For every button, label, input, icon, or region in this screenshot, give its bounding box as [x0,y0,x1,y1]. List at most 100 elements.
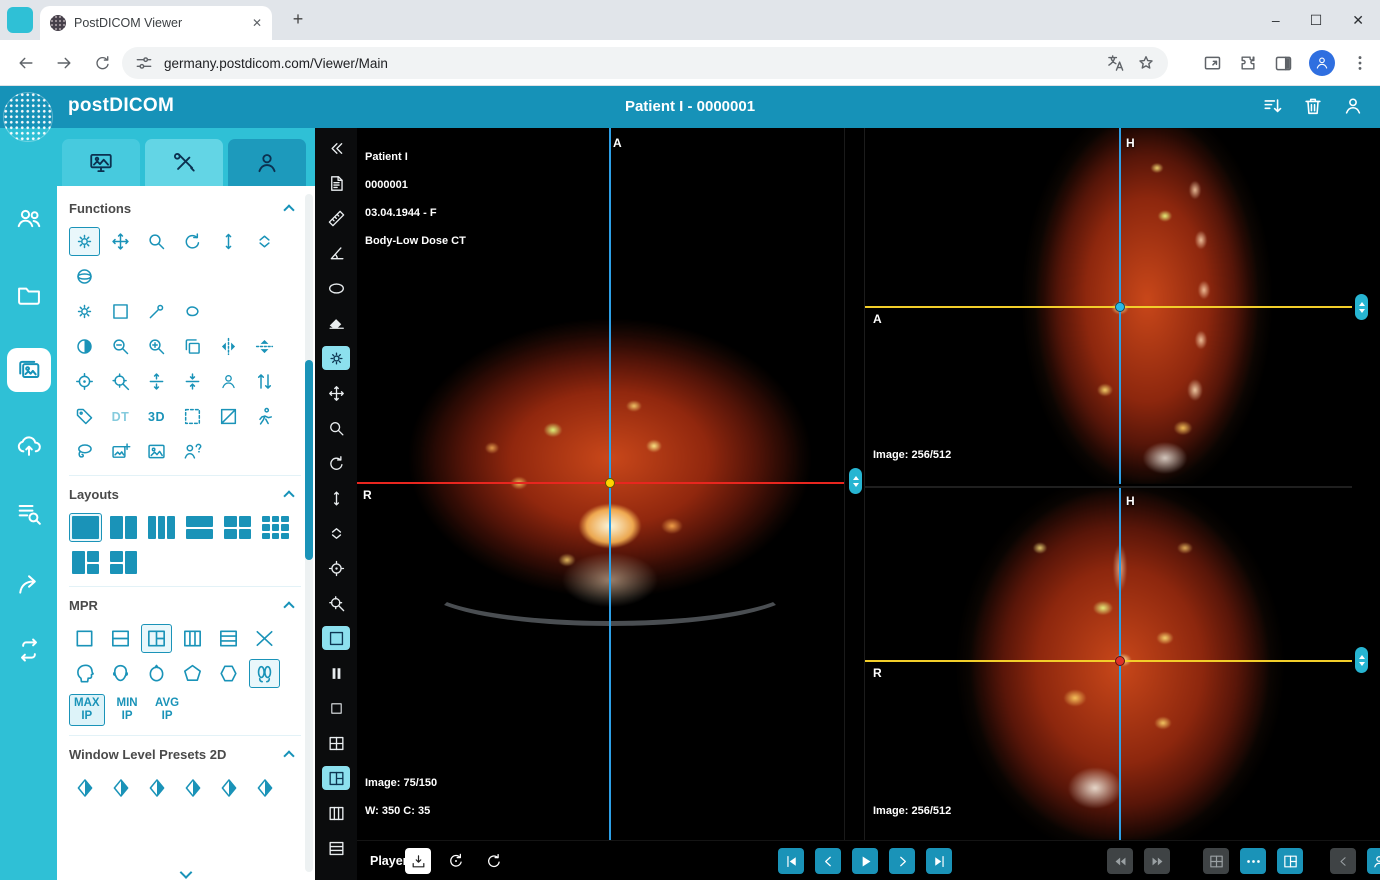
mpr-two-rows[interactable] [105,624,136,653]
side-panel-icon[interactable] [1273,53,1294,74]
tool-lasso[interactable] [69,437,100,466]
tool-dt[interactable]: DT [105,402,136,431]
tool-flip-vertical[interactable] [249,332,280,361]
tool-rotate[interactable] [177,227,208,256]
layouts-header[interactable]: Layouts [69,481,301,507]
layout-rows-button[interactable] [322,836,350,860]
panel-scrollbar[interactable] [305,194,313,872]
back-button[interactable] [14,51,38,75]
report-button[interactable] [322,171,350,195]
add-viewport-button[interactable] [1203,848,1229,874]
layout-grid-button[interactable] [322,731,350,755]
tool-freehand[interactable] [177,297,208,326]
add-user-button[interactable] [1367,848,1380,874]
tab-tools[interactable] [145,139,223,186]
reload-button[interactable] [90,51,114,75]
mpr-head-coronal[interactable] [105,659,136,688]
rail-item-transfer[interactable] [15,636,43,664]
tool-probe[interactable] [141,297,172,326]
collapse-bar-button[interactable] [1330,848,1356,874]
axial-scroll-pill[interactable] [849,468,862,494]
rail-item-images[interactable] [7,348,51,392]
player-loop-button[interactable] [443,848,469,874]
scroll-down-icon[interactable] [1359,662,1365,666]
url-text[interactable]: germany.postdicom.com/Viewer/Main [164,56,1096,71]
localizer-tool-button[interactable] [322,556,350,580]
tool-image[interactable] [141,437,172,466]
layout-1-plus-2[interactable] [69,548,102,577]
player-download-button[interactable] [405,848,431,874]
tool-pan[interactable] [105,227,136,256]
site-info-icon[interactable] [134,53,154,73]
mpr-feet[interactable] [249,659,280,688]
layout-2x1[interactable] [183,513,216,542]
mpr-header[interactable]: MPR [69,592,301,618]
bookmark-star-icon[interactable] [1136,53,1156,73]
tool-rectangle-roi[interactable] [105,297,136,326]
next-image-button[interactable] [889,848,915,874]
coronal-pane[interactable]: H R Image: 256/512 [865,486,1352,840]
fast-rewind-button[interactable] [1107,848,1133,874]
axial-pane[interactable]: Patient I 0000001 03.04.1944 - F Body-Lo… [357,128,845,840]
tool-cine[interactable] [249,402,280,431]
layout-3x3[interactable] [259,513,292,542]
wl-preset-4[interactable] [177,773,208,802]
rectangle-tool-button[interactable] [322,626,350,650]
tool-tag[interactable] [69,402,100,431]
wl-preset-2[interactable] [105,773,136,802]
tool-scroll[interactable] [213,227,244,256]
sagittal-pane[interactable]: H A Image: 256/512 [865,128,1352,484]
ruler-tool-button[interactable] [322,206,350,230]
menu-kebab-icon[interactable] [1350,53,1370,73]
chevron-up-icon[interactable] [283,601,294,612]
mpr-min-ip-button[interactable]: MIN IP [110,694,145,726]
chevron-up-icon[interactable] [283,490,294,501]
coronal-crosshair-handle[interactable] [1115,656,1125,666]
layout-columns-button[interactable] [322,801,350,825]
postdicom-logo-icon[interactable] [3,92,53,142]
omnibox[interactable]: germany.postdicom.com/Viewer/Main [122,47,1168,79]
mpr-three-rows[interactable] [213,624,244,653]
mpr-single[interactable] [69,624,100,653]
collapse-panel-button[interactable] [322,136,350,160]
mpr-pentagon[interactable] [177,659,208,688]
layout-1x2[interactable] [107,513,140,542]
axial-crosshair-horizontal[interactable] [357,482,844,484]
mpr-hexagon[interactable] [213,659,244,688]
tool-swap[interactable] [249,367,280,396]
tab-viewer[interactable] [62,139,140,186]
wl-preset-6[interactable] [249,773,280,802]
app-logo[interactable]: postDICOM [68,95,174,117]
zoom-tool-button[interactable] [322,416,350,440]
tool-zoom-in[interactable] [141,332,172,361]
tool-zoom-out[interactable] [105,332,136,361]
profile-avatar[interactable] [1309,50,1335,76]
wl-preset-3[interactable] [141,773,172,802]
layout-1x3[interactable] [145,513,178,542]
rail-item-share[interactable] [15,571,43,599]
mpr-max-ip-button[interactable]: MAX IP [69,694,105,726]
mpr-head-sagittal[interactable] [69,659,100,688]
coronal-scroll-pill[interactable] [1355,647,1368,673]
functions-header[interactable]: Functions [69,195,301,221]
wl-presets-header[interactable]: Window Level Presets 2D [69,741,301,767]
tool-sphere[interactable] [69,262,100,291]
wl-preset-5[interactable] [213,773,244,802]
tool-stack[interactable] [249,227,280,256]
pan-tool-button[interactable] [322,381,350,405]
go-last-button[interactable] [926,848,952,874]
extensions-icon[interactable] [1238,53,1258,73]
more-options-button[interactable] [1240,848,1266,874]
tool-selection-box[interactable] [177,402,208,431]
sagittal-scroll-pill[interactable] [1355,294,1368,320]
sort-download-icon[interactable] [1262,95,1284,117]
fast-forward-button[interactable] [1144,848,1170,874]
wl-preset-1[interactable] [69,773,100,802]
tool-localizer[interactable] [69,367,100,396]
new-tab-button[interactable]: + [286,8,310,32]
rail-item-worklist[interactable] [15,499,43,527]
tool-window-level-roi[interactable] [69,297,100,326]
mpr-one-plus-two[interactable] [141,624,172,653]
window-maximize-button[interactable]: ☐ [1310,4,1323,36]
go-first-button[interactable] [778,848,804,874]
